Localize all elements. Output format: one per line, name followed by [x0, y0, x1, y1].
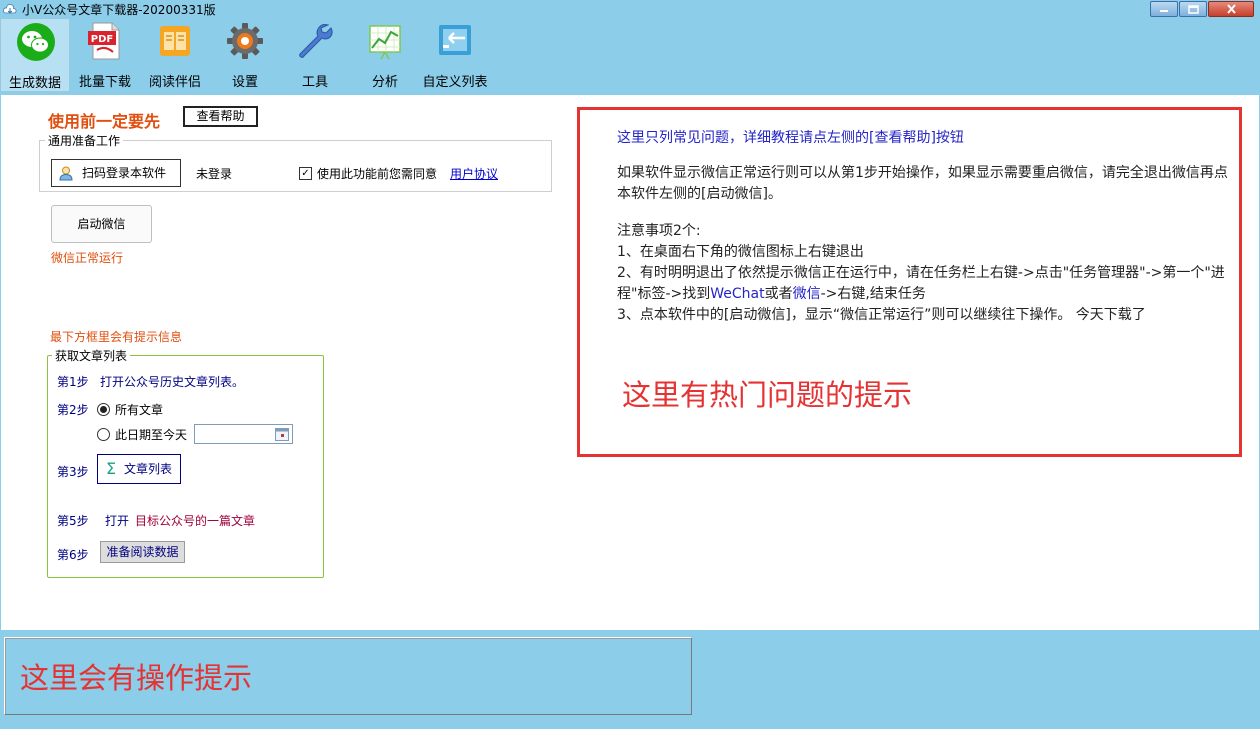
- toolbar-item-generate-data[interactable]: 生成数据: [0, 18, 70, 92]
- start-wechat-button[interactable]: 启动微信: [51, 205, 152, 243]
- toolbar-item-batch-download[interactable]: PDF 批量下载: [78, 18, 132, 92]
- radio-all-label: 所有文章: [115, 403, 164, 417]
- wechat-icon: [17, 23, 55, 61]
- toolbar-label: 分析: [371, 75, 398, 90]
- user-agreement-link[interactable]: 用户协议: [450, 165, 498, 182]
- faq-paragraph: 如果软件显示微信正常运行则可以从第1步开始操作，如果显示需要重启微信，请完全退出…: [617, 165, 1228, 202]
- svg-text:PDF: PDF: [91, 34, 113, 45]
- step5-label: 第5步: [57, 514, 89, 528]
- agree-label: 使用此功能前您需同意: [317, 167, 438, 181]
- chart-icon: [369, 25, 401, 60]
- title-bar: 小V公众号文章下载器-20200331版: [0, 0, 1260, 18]
- faq-note-1: 1、在桌面右下角的微信图标上右键退出: [617, 244, 864, 260]
- cloud-app-icon: [3, 4, 17, 14]
- article-list-label: 文章列表: [124, 462, 173, 476]
- wrench-icon: [299, 24, 333, 58]
- scan-login-button[interactable]: 扫码登录本软件: [51, 159, 181, 187]
- toolbar-label: 阅读伴侣: [148, 75, 201, 90]
- operation-hint-text: 这里会有操作提示: [20, 661, 253, 695]
- toolbar-item-custom-list[interactable]: 自定义列表: [420, 18, 490, 92]
- user-icon: [59, 166, 73, 181]
- sigma-icon: Σ: [106, 459, 117, 478]
- agree-checkbox-row[interactable]: ✓ 使用此功能前您需同意: [299, 165, 437, 182]
- faq-note-3: 3、点本软件中的[启动微信]，显示“微信正常运行”则可以继续往下操作。 今天下载…: [617, 307, 1146, 323]
- pdf-icon: PDF: [88, 22, 120, 60]
- prep-group-title: 通用准备工作: [45, 132, 124, 149]
- faq-info-box: 这里只列常见问题，详细教程请点左侧的[查看帮助]按钮 如果软件显示微信正常运行则…: [577, 107, 1242, 457]
- radio-all-dot[interactable]: [97, 403, 110, 416]
- radio-date-label: 此日期至今天: [115, 428, 188, 442]
- window-title: 小V公众号文章下载器-20200331版: [22, 3, 216, 17]
- minimize-icon[interactable]: [1150, 1, 1178, 17]
- toolbar-label: 工具: [301, 75, 328, 90]
- close-icon[interactable]: [1208, 1, 1254, 17]
- step5-text: 目标公众号的一篇文章: [135, 514, 256, 528]
- hot-questions-tip: 这里有热门问题的提示: [622, 378, 913, 412]
- custom-list-icon: [439, 25, 471, 55]
- radio-date-dot[interactable]: [97, 428, 110, 441]
- toolbar-item-analysis[interactable]: 分析: [358, 18, 412, 92]
- faq-note-2: 2、有时明明退出了依然提示微信正在运行中，请在任务栏上右键->点击"任务管理器"…: [617, 265, 1225, 302]
- toolbar-item-reading-companion[interactable]: 阅读伴侣: [148, 18, 202, 92]
- toolbar-label: 批量下载: [78, 75, 131, 90]
- main-panel: 使用前一定要先 查看帮助 通用准备工作 扫码登录本软件 未登录 ✓ 使用此功能前…: [1, 95, 1259, 630]
- step1-label: 第1步: [57, 375, 89, 389]
- date-picker-input[interactable]: [194, 424, 293, 444]
- faq-notes-title: 注意事项2个:: [617, 223, 701, 239]
- fetch-group-title: 获取文章列表: [52, 347, 131, 364]
- radio-date-range[interactable]: 此日期至今天: [97, 426, 187, 443]
- toolbar-label: 生成数据: [8, 76, 61, 91]
- toolbar-item-settings[interactable]: 设置: [218, 18, 272, 92]
- radio-all-articles[interactable]: 所有文章: [97, 401, 163, 418]
- scan-login-label: 扫码登录本软件: [82, 166, 167, 180]
- step2-label: 第2步: [57, 403, 89, 417]
- toolbar-label: 设置: [231, 75, 258, 90]
- main-toolbar: 生成数据 PDF 批量下载 阅读伴侣 设置 工具 分析 自定义列表: [0, 18, 1260, 95]
- login-status: 未登录: [196, 167, 233, 181]
- step6-label: 第6步: [57, 548, 89, 562]
- bottom-hint-label: 最下方框里会有提示信息: [50, 330, 183, 344]
- faq-heading: 这里只列常见问题，详细教程请点左侧的[查看帮助]按钮: [617, 130, 964, 146]
- step5-open: 打开: [105, 514, 130, 528]
- toolbar-label: 自定义列表: [422, 75, 488, 90]
- gear-icon: [227, 23, 263, 59]
- warning-title: 使用前一定要先: [48, 112, 161, 131]
- toolbar-item-tools[interactable]: 工具: [288, 18, 342, 92]
- wechat-status: 微信正常运行: [51, 251, 124, 265]
- step1-text: 打开公众号历史文章列表。: [100, 375, 245, 389]
- books-icon: [160, 26, 190, 56]
- view-help-button[interactable]: 查看帮助: [183, 106, 258, 127]
- agree-checkbox[interactable]: ✓: [299, 167, 312, 180]
- prepare-read-data-button[interactable]: 准备阅读数据: [100, 541, 185, 563]
- calendar-icon[interactable]: [275, 427, 289, 441]
- maximize-icon[interactable]: [1179, 1, 1207, 17]
- step3-label: 第3步: [57, 465, 89, 479]
- article-list-button[interactable]: Σ 文章列表: [97, 454, 181, 484]
